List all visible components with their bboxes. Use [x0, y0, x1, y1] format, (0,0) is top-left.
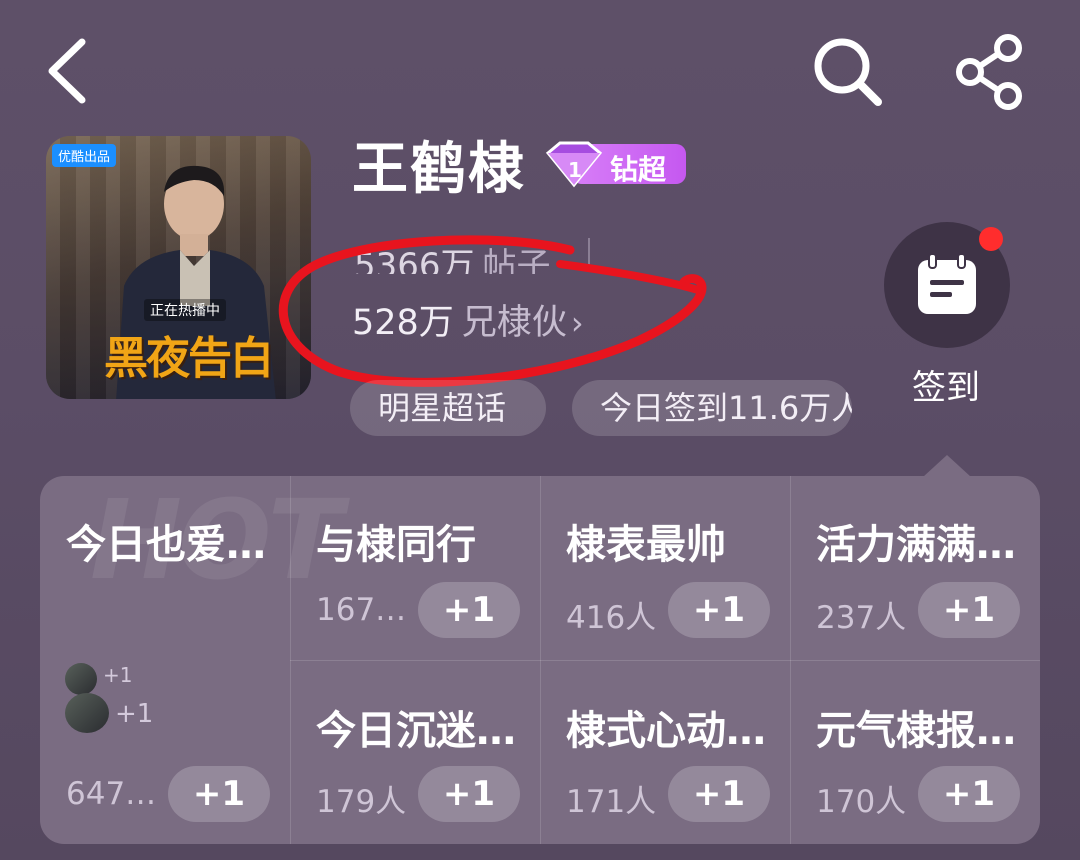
notification-dot [979, 227, 1003, 251]
tag-checkin-count[interactable]: 今日签到11.6万人 [572, 380, 852, 436]
cheer-card[interactable]: 元气棣报… 170人 +1 [790, 660, 1040, 844]
share-icon[interactable] [950, 34, 1030, 110]
cheer-count: 167… [316, 592, 407, 628]
back-arrow-icon[interactable] [40, 36, 96, 106]
cover-poster[interactable]: 优酷出品 正在热播中 黑夜告白 [46, 136, 311, 399]
cheer-count: 416人 [566, 600, 657, 636]
plus-one-button[interactable]: +1 [918, 582, 1020, 638]
cheer-title: 棣式心动… [566, 708, 766, 754]
cheer-count: 171人 [566, 784, 657, 820]
avatar [65, 693, 109, 733]
stat-divider [588, 238, 590, 268]
plus-one-button[interactable]: +1 [918, 766, 1020, 822]
plus-one-button[interactable]: +1 [418, 766, 520, 822]
search-icon[interactable] [810, 34, 886, 110]
featured-cheer-card[interactable]: 今日也爱… +1 +1 647… +1 [40, 476, 290, 844]
posts-label: 帖子 [482, 246, 551, 274]
calendar-note-icon [918, 253, 976, 314]
cheer-title: 棣表最帅 [566, 522, 726, 568]
cheer-card[interactable]: 今日沉迷… 179人 +1 [290, 660, 540, 844]
fans-stat[interactable]: 528万 兄棣伙 › [352, 294, 584, 345]
poster-badge: 优酷出品 [52, 144, 117, 167]
diamond-icon: 1 [545, 141, 603, 188]
plus-one-button[interactable]: +1 [168, 766, 270, 822]
avatar-plus-small: +1 [103, 663, 133, 687]
checkin-button[interactable] [884, 222, 1010, 348]
cheer-count: 170人 [816, 784, 907, 820]
cheer-title: 活力满满… [816, 522, 1016, 568]
top-bar [0, 0, 1080, 140]
fans-count: 528万 [352, 303, 454, 343]
cheer-title: 今日沉迷… [316, 708, 516, 754]
tag-star-topic[interactable]: 明星超话 [350, 380, 546, 436]
cheer-card[interactable]: 与棣同行 167… +1 [290, 476, 540, 660]
cheer-count: 647… [66, 776, 157, 812]
cheer-count: 179人 [316, 784, 407, 820]
svg-text:1: 1 [568, 158, 582, 182]
poster-title: 黑夜告白 [104, 333, 274, 384]
chevron-right-icon: › [570, 304, 584, 342]
cheer-panel: HOT 今日也爱… +1 +1 647… +1 与棣同行 167… +1 棣表最… [40, 476, 1040, 844]
avatar [65, 663, 97, 695]
checkin-label: 签到 [912, 368, 980, 408]
plus-one-button[interactable]: +1 [668, 582, 770, 638]
cheer-title: 元气棣报… [816, 708, 1016, 754]
cheer-title: 与棣同行 [316, 522, 476, 568]
page-title: 王鹤棣 [352, 137, 526, 202]
avatar-plus-large: +1 [115, 699, 154, 729]
cheer-card[interactable]: 棣式心动… 171人 +1 [540, 660, 790, 844]
plus-one-button[interactable]: +1 [418, 582, 520, 638]
cheer-title: 今日也爱… [66, 522, 266, 568]
posts-stat: 5366万 帖子 [354, 238, 551, 274]
plus-one-button[interactable]: +1 [668, 766, 770, 822]
cheer-card[interactable]: 活力满满… 237人 +1 [790, 476, 1040, 660]
panel-pointer [923, 455, 971, 477]
level-badge-label: 钻超 [610, 153, 667, 186]
cheer-count: 237人 [816, 600, 907, 636]
level-badge[interactable]: 1 钻超 [542, 139, 686, 189]
posts-count: 5366万 [354, 246, 475, 274]
fans-label: 兄棣伙 [461, 303, 567, 343]
cheer-card[interactable]: 棣表最帅 416人 +1 [540, 476, 790, 660]
poster-status: 正在热播中 [144, 299, 226, 321]
